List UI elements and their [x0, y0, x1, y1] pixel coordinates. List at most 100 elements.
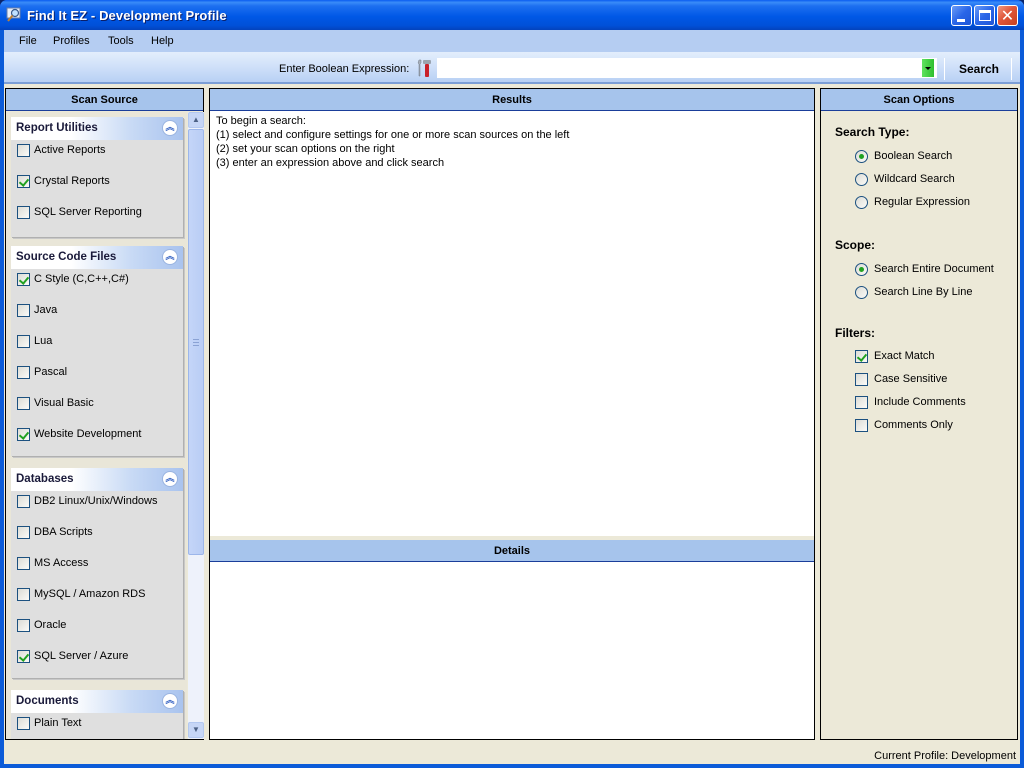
checkbox[interactable]	[855, 419, 868, 432]
checkbox-label: Java	[34, 304, 58, 316]
maximize-icon	[979, 10, 991, 21]
minimize-icon	[957, 19, 965, 22]
checkbox[interactable]	[17, 619, 30, 632]
checkbox-label: Active Reports	[34, 144, 106, 156]
checkbox-label: Lua	[34, 335, 53, 347]
close-button[interactable]: ✕	[997, 5, 1018, 26]
search-type-label: Search Type:	[835, 125, 910, 139]
filters-label: Filters:	[835, 326, 876, 340]
checkbox[interactable]	[17, 206, 30, 219]
checkbox[interactable]	[17, 397, 30, 410]
checkbox[interactable]	[17, 144, 30, 157]
group-databases: Databases ︽ DB2 Linux/Unix/Windows DBA S…	[11, 468, 183, 678]
checkbox[interactable]	[855, 396, 868, 409]
group-report-utilities: Report Utilities ︽ Active Reports Crysta…	[11, 117, 183, 237]
radio-button[interactable]	[855, 150, 868, 163]
collapse-chevron-icon[interactable]: ︽	[162, 120, 178, 136]
group-documents: Documents ︽ Plain Text	[11, 690, 183, 739]
group-header[interactable]: Source Code Files ︽	[11, 246, 183, 269]
checkbox[interactable]	[17, 304, 30, 317]
results-panel: Results To begin a search: (1) select an…	[209, 88, 815, 740]
checkbox-label: SQL Server / Azure	[34, 650, 129, 662]
checkbox[interactable]	[17, 526, 30, 539]
results-header: Results	[210, 89, 814, 111]
checkbox-label: Comments Only	[874, 419, 953, 431]
scan-source-list: Report Utilities ︽ Active Reports Crysta…	[6, 112, 187, 739]
radio-button[interactable]	[855, 286, 868, 299]
radio-label: Search Line By Line	[874, 286, 973, 298]
radio-button[interactable]	[855, 196, 868, 209]
checkbox-label: DBA Scripts	[34, 526, 93, 538]
checkbox-label: C Style (C,C++,C#)	[34, 273, 129, 285]
menu-help[interactable]: Help	[151, 35, 174, 47]
expression-label: Enter Boolean Expression:	[279, 63, 410, 75]
group-title: Source Code Files	[16, 251, 117, 263]
radio-label: Regular Expression	[874, 196, 970, 208]
checkbox-label: Plain Text	[34, 717, 82, 729]
checkbox[interactable]	[17, 273, 30, 286]
checkbox[interactable]	[17, 650, 30, 663]
radio-button[interactable]	[855, 173, 868, 186]
checkbox[interactable]	[855, 373, 868, 386]
group-header[interactable]: Documents ︽	[11, 690, 183, 713]
expression-input[interactable]	[437, 58, 937, 78]
group-title: Documents	[16, 695, 79, 707]
checkbox-label: MySQL / Amazon RDS	[34, 588, 146, 600]
checkbox[interactable]	[855, 350, 868, 363]
details-header: Details	[210, 540, 814, 562]
checkbox[interactable]	[17, 366, 30, 379]
app-window: Find It EZ - Development Profile ✕ File …	[0, 0, 1024, 768]
window-title: Find It EZ - Development Profile	[27, 8, 227, 23]
checkbox[interactable]	[17, 557, 30, 570]
menu-file[interactable]: File	[19, 35, 37, 47]
scan-options-panel: Scan Options Search Type: Boolean Search…	[820, 88, 1018, 740]
checkbox-label: Visual Basic	[34, 397, 94, 409]
search-toolbar: Enter Boolean Expression: Search	[4, 52, 1020, 84]
checkbox-label: Exact Match	[874, 350, 935, 362]
results-line: (2) set your scan options on the right	[216, 143, 395, 155]
checkbox[interactable]	[17, 717, 30, 730]
group-header[interactable]: Databases ︽	[11, 468, 183, 491]
checkbox-label: Include Comments	[874, 396, 966, 408]
menu-tools[interactable]: Tools	[108, 35, 134, 47]
expression-dropdown-button[interactable]	[922, 59, 934, 77]
checkbox[interactable]	[17, 588, 30, 601]
scroll-up-arrow-icon[interactable]: ▲	[188, 112, 204, 128]
checkbox-label: SQL Server Reporting	[34, 206, 142, 218]
maximize-button[interactable]	[974, 5, 995, 26]
checkbox[interactable]	[17, 428, 30, 441]
scan-source-scrollbar[interactable]: ▲ ▼	[188, 112, 204, 739]
collapse-chevron-icon[interactable]: ︽	[162, 249, 178, 265]
menu-profiles[interactable]: Profiles	[53, 35, 90, 47]
scroll-down-arrow-icon[interactable]: ▼	[188, 722, 204, 738]
radio-button[interactable]	[855, 263, 868, 276]
checkbox-label: Pascal	[34, 366, 68, 378]
group-header[interactable]: Report Utilities ︽	[11, 117, 183, 140]
hammer-wrench-icon[interactable]	[416, 58, 432, 78]
magnifier-app-icon	[6, 7, 21, 22]
checkbox-label: Case Sensitive	[874, 373, 948, 385]
title-bar[interactable]: Find It EZ - Development Profile ✕	[0, 0, 1024, 30]
group-source-code-files: Source Code Files ︽ C Style (C,C++,C#) J…	[11, 246, 183, 456]
scan-source-panel: Scan Source Report Utilities ︽ Active Re…	[5, 88, 204, 740]
collapse-chevron-icon[interactable]: ︽	[162, 471, 178, 487]
minimize-button[interactable]	[951, 5, 972, 26]
results-line: (1) select and configure settings for on…	[216, 129, 570, 141]
checkbox[interactable]	[17, 175, 30, 188]
close-icon: ✕	[1000, 6, 1015, 25]
collapse-chevron-icon[interactable]: ︽	[162, 693, 178, 709]
checkbox-label: Oracle	[34, 619, 67, 631]
grip-icon	[193, 339, 199, 346]
radio-label: Wildcard Search	[874, 173, 955, 185]
scope-label: Scope:	[835, 238, 876, 252]
checkbox[interactable]	[17, 335, 30, 348]
client-area: File Profiles Tools Help Enter Boolean E…	[4, 30, 1020, 764]
group-title: Databases	[16, 473, 74, 485]
checkbox[interactable]	[17, 495, 30, 508]
results-text: To begin a search: (1) select and config…	[216, 114, 569, 170]
search-button[interactable]: Search	[948, 58, 1010, 80]
scroll-thumb[interactable]	[188, 129, 204, 555]
status-bar: Current Profile: Development	[4, 742, 1020, 764]
checkbox-label: DB2 Linux/Unix/Windows	[34, 495, 158, 507]
menu-bar: File Profiles Tools Help	[4, 30, 1020, 52]
